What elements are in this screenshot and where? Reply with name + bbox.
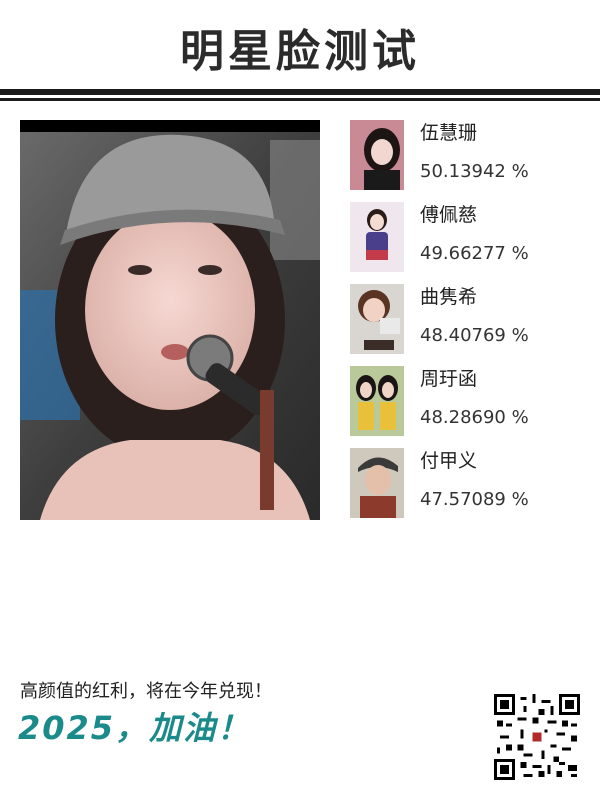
header-divider-thick xyxy=(0,89,600,95)
match-name: 傅佩慈 xyxy=(420,204,478,226)
list-item[interactable]: 傅佩慈 49.66277 % xyxy=(350,202,580,284)
slogan-text: 高颜值的红利，将在今年兑现！ xyxy=(20,681,272,702)
match-score: 48.40769 % xyxy=(420,325,529,346)
uploaded-face-photo xyxy=(20,120,320,520)
match-name: 付甲义 xyxy=(420,450,478,472)
match-thumbnail xyxy=(350,120,404,190)
tagline-text: 2025，加油！ xyxy=(18,709,252,747)
match-score: 50.13942 % xyxy=(420,161,529,182)
match-name: 曲隽希 xyxy=(420,286,478,308)
match-thumbnail xyxy=(350,366,404,436)
list-item[interactable]: 伍慧珊 50.13942 % xyxy=(350,120,580,202)
header-divider-thin xyxy=(0,98,600,101)
match-name: 伍慧珊 xyxy=(420,122,478,144)
match-score: 49.66277 % xyxy=(420,243,529,264)
match-score: 48.28690 % xyxy=(420,407,529,428)
list-item[interactable]: 曲隽希 48.40769 % xyxy=(350,284,580,366)
list-item[interactable]: 周玗函 48.28690 % xyxy=(350,366,580,448)
match-name: 周玗函 xyxy=(420,368,478,390)
list-item[interactable]: 付甲义 47.57089 % xyxy=(350,448,580,530)
match-thumbnail xyxy=(350,284,404,354)
match-score: 47.57089 % xyxy=(420,489,529,510)
page-title: 明星脸测试 xyxy=(180,26,420,77)
match-thumbnail xyxy=(350,448,404,518)
match-list: 伍慧珊 50.13942 % 傅佩慈 49.66277 % 曲隽希 48.407… xyxy=(350,120,580,530)
match-thumbnail xyxy=(350,202,404,272)
qr-code-icon[interactable] xyxy=(494,694,580,780)
